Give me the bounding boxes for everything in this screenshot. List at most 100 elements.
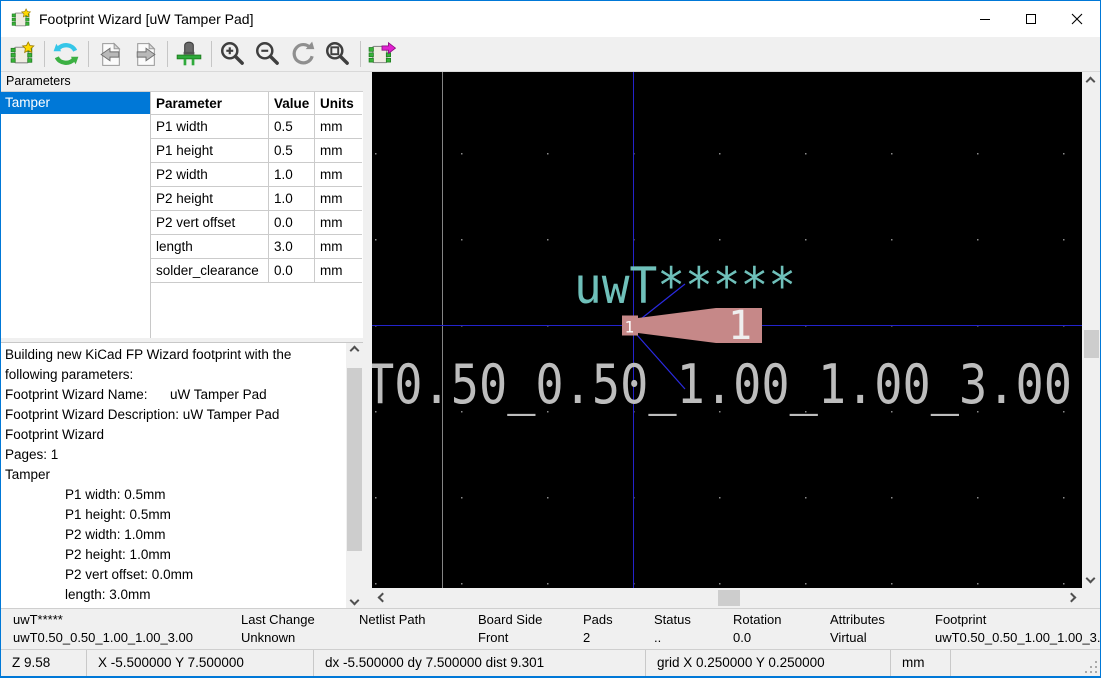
parameter-value-cell[interactable]: 3.0 (269, 235, 315, 259)
next-page-button[interactable] (130, 39, 160, 69)
maximize-button[interactable] (1008, 1, 1054, 37)
parameter-units-cell[interactable]: mm (315, 163, 362, 187)
status-field-value: Virtual (830, 630, 867, 645)
parameter-name-cell[interactable]: length (151, 235, 269, 259)
status-field-value: uwT0.50_0.50_1.00_1.00_3.00 (13, 630, 193, 645)
parameter-units-cell[interactable]: mm (315, 187, 362, 211)
footprint-preview-canvas[interactable]: 1 1 uwT***** T0.50_0.50_1.00_1.00_3.00 (372, 72, 1082, 588)
close-button[interactable] (1054, 1, 1100, 37)
export-footprint-button[interactable] (367, 39, 397, 69)
canvas-hscrollbar[interactable] (372, 588, 1082, 608)
parameter-value-cell[interactable]: 0.0 (269, 211, 315, 235)
status-field-value: Front (478, 630, 508, 645)
status-field-value: 2 (583, 630, 590, 645)
zoom-fit-button[interactable] (323, 39, 353, 69)
scroll-left-button[interactable] (374, 590, 391, 605)
wizard-page-list[interactable]: Tamper (1, 92, 151, 338)
resize-grip[interactable] (1084, 660, 1097, 673)
parameters-panel: Parameters Tamper Parameter Value Units … (1, 72, 363, 608)
status-field-value: .. (654, 630, 661, 645)
scroll-up-button[interactable] (1082, 74, 1099, 89)
message-line: Footprint Wizard Name: uW Tamper Pad (5, 385, 345, 405)
coord-cell: Z 9.58 (1, 650, 87, 677)
parameter-table: Parameter Value Units P1 width0.5mmP1 he… (151, 92, 363, 338)
canvas-vscrollbar[interactable] (1082, 72, 1100, 588)
zoom-in-icon (219, 40, 247, 68)
message-line: P1 width: 0.5mm (5, 485, 345, 505)
table-row: P1 width0.5mm (151, 115, 363, 139)
status-field-label: Netlist Path (359, 612, 425, 627)
chevron-down-icon (350, 596, 360, 606)
table-row: solder_clearance0.0mm (151, 259, 363, 283)
wizard-page-item[interactable]: Tamper (1, 92, 150, 114)
parameter-units-cell[interactable]: mm (315, 139, 362, 163)
zoom-in-button[interactable] (218, 39, 248, 69)
parameter-name-cell[interactable]: solder_clearance (151, 259, 269, 283)
toolbar-separator (360, 41, 361, 67)
status-field-label: Footprint (935, 612, 986, 627)
message-scrollbar[interactable] (346, 343, 363, 608)
footprint-value-text: T0.50_0.50_1.00_1.00_3.00 (372, 353, 1072, 416)
footprint-reference-text: uwT***** (574, 257, 796, 315)
parameter-value-cell[interactable]: 1.0 (269, 187, 315, 211)
export-footprint-icon (368, 40, 396, 68)
message-line: Pages: 1 (5, 445, 345, 465)
message-log: Building new KiCad FP Wizard footprint w… (5, 345, 345, 605)
message-line: Footprint Wizard Description: uW Tamper … (5, 405, 345, 425)
message-panel: Building new KiCad FP Wizard footprint w… (1, 342, 363, 608)
coord-cell: grid X 0.250000 Y 0.250000 (646, 650, 891, 677)
parameter-value-cell[interactable]: 0.0 (269, 259, 315, 283)
panel-canvas-sash[interactable] (363, 72, 372, 608)
zoom-out-button[interactable] (253, 39, 283, 69)
minimize-icon (979, 13, 991, 25)
scroll-right-button[interactable] (1063, 590, 1080, 605)
parameter-name-cell[interactable]: P2 width (151, 163, 269, 187)
zoom-fit-icon (324, 40, 352, 68)
message-line: Building new KiCad FP Wizard footprint w… (5, 345, 345, 365)
toolbar-separator (88, 41, 89, 67)
parameter-units-cell[interactable]: mm (315, 235, 362, 259)
status-field-label: Pads (583, 612, 613, 627)
parameter-value-cell[interactable]: 1.0 (269, 163, 315, 187)
parameter-name-cell[interactable]: P1 width (151, 115, 269, 139)
redraw-icon (289, 40, 317, 68)
scroll-down-button[interactable] (346, 593, 363, 608)
scrollbar-thumb[interactable] (718, 590, 740, 606)
footprint-wizard-app-icon (10, 8, 32, 30)
scroll-up-button[interactable] (346, 343, 363, 358)
minimize-button[interactable] (962, 1, 1008, 37)
message-line: P1 height: 0.5mm (5, 505, 345, 525)
chevron-right-icon (1067, 593, 1077, 603)
redraw-view-button[interactable] (288, 39, 318, 69)
parameter-name-cell[interactable]: P2 vert offset (151, 211, 269, 235)
parameter-value-cell[interactable]: 0.5 (269, 139, 315, 163)
coord-cell: mm (891, 650, 951, 677)
parameter-units-cell[interactable]: mm (315, 211, 362, 235)
parameter-units-cell[interactable]: mm (315, 115, 362, 139)
status-field-label: Attributes (830, 612, 885, 627)
table-row: P2 vert offset0.0mm (151, 211, 363, 235)
toolbar-separator (211, 41, 212, 67)
column-header-units: Units (315, 92, 362, 115)
regenerate-footprint-button[interactable] (51, 39, 81, 69)
component-pads-icon (175, 40, 203, 68)
parameter-units-cell[interactable]: mm (315, 259, 362, 283)
scrollbar-thumb[interactable] (347, 368, 362, 551)
message-line: length: 3.0mm (5, 585, 345, 605)
coord-cell: dx -5.500000 dy 7.500000 dist 9.301 (314, 650, 646, 677)
message-line: Tamper (5, 465, 345, 485)
scroll-down-button[interactable] (1082, 571, 1099, 586)
show-pads-button[interactable] (174, 39, 204, 69)
parameter-name-cell[interactable]: P1 height (151, 139, 269, 163)
select-footprint-wizard-button[interactable] (7, 39, 37, 69)
parameter-name-cell[interactable]: P2 height (151, 187, 269, 211)
page-back-icon (97, 41, 124, 68)
previous-page-button[interactable] (95, 39, 125, 69)
chevron-down-icon (1086, 574, 1096, 584)
close-icon (1071, 13, 1083, 25)
parameter-value-cell[interactable]: 0.5 (269, 115, 315, 139)
chevron-up-icon (350, 346, 360, 356)
titlebar[interactable]: Footprint Wizard [uW Tamper Pad] (1, 1, 1100, 37)
status-field-label: Last Change (241, 612, 315, 627)
scrollbar-thumb[interactable] (1084, 330, 1099, 358)
